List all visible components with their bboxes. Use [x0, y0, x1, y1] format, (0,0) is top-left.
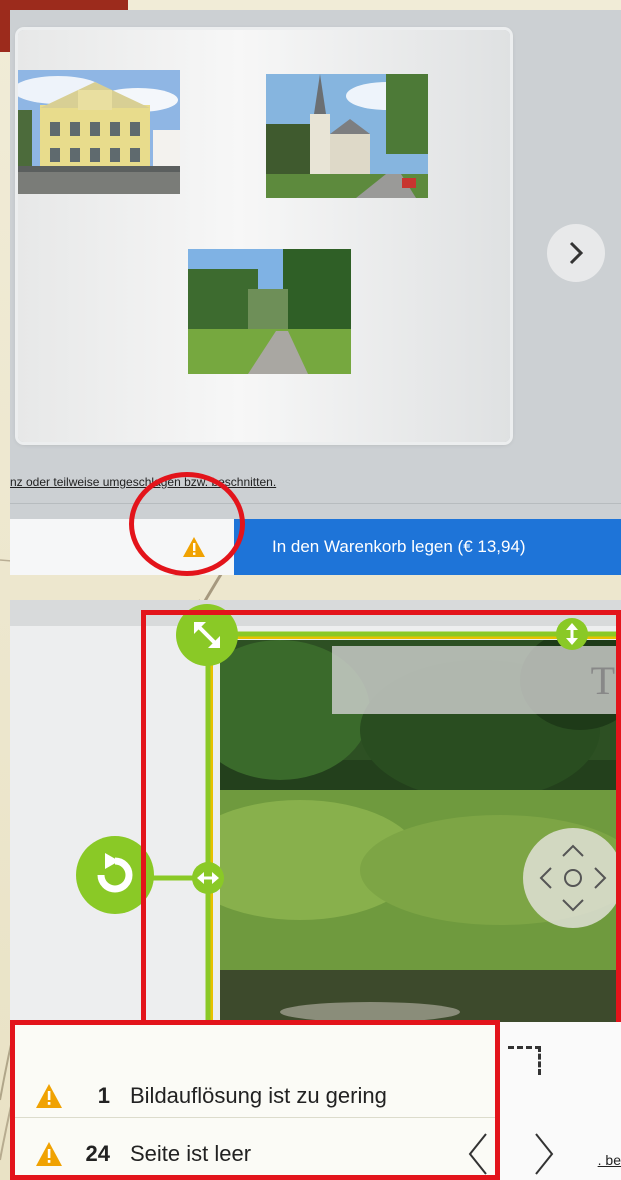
- photobook-page-view: nz oder teilweise umgeschlagen bzw. besc…: [10, 10, 621, 575]
- annotation-rectangle-warnings: [10, 1020, 500, 1180]
- photo-church[interactable]: [266, 74, 428, 198]
- photobook-page: [18, 30, 510, 442]
- chevron-right-icon: [535, 1133, 554, 1175]
- photo-forest-path[interactable]: [188, 249, 351, 374]
- dashed-frame: [508, 1046, 541, 1075]
- annotation-rectangle-photo: [141, 610, 621, 1042]
- chevron-right-icon: [569, 241, 584, 265]
- slide-top-accent: [10, 0, 128, 10]
- next-page-button[interactable]: [547, 224, 605, 282]
- next-warning-button[interactable]: [524, 1124, 564, 1180]
- photo-villa[interactable]: [18, 70, 180, 194]
- photo-editor-view: T . be 1 Bildauflösung ist zu gering 24 …: [10, 600, 621, 1180]
- annotation-circle: [129, 472, 245, 576]
- rotate-icon: [97, 853, 133, 893]
- crop-notice-link[interactable]: nz oder teilweise umgeschlagen bzw. besc…: [10, 475, 276, 489]
- truncated-link[interactable]: . be: [598, 1152, 621, 1168]
- add-to-cart-button[interactable]: In den Warenkorb legen (€ 13,94): [234, 519, 621, 575]
- divider: [10, 503, 621, 504]
